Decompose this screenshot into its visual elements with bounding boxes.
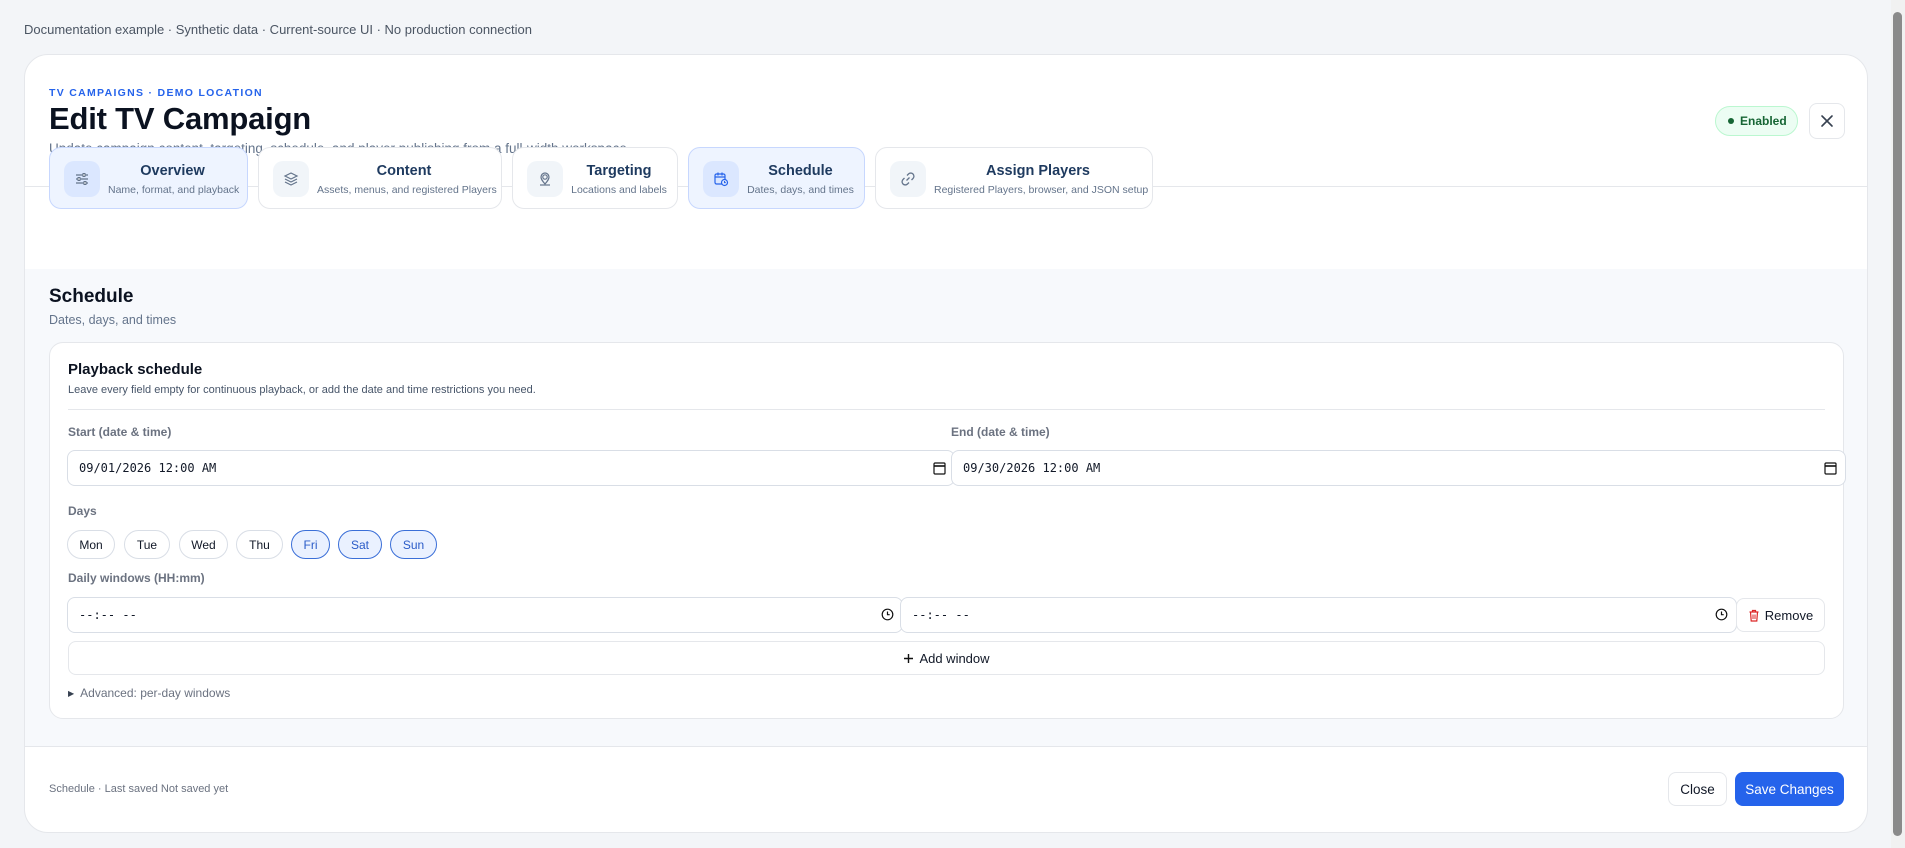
section-subtitle: Dates, days, and times [49, 313, 177, 327]
disclosure-triangle-icon: ▶ [68, 688, 75, 698]
tab-title: Schedule [768, 163, 833, 179]
clock-icon[interactable] [1715, 608, 1728, 621]
end-datetime-input[interactable]: 09/30/2026 12:00 AM [951, 450, 1846, 486]
start-label: Start (date & time) [68, 425, 172, 439]
clock-icon[interactable] [881, 608, 894, 621]
tab-targeting[interactable]: Targeting Locations and labels [512, 147, 678, 209]
save-changes-button[interactable]: Save Changes [1735, 772, 1844, 806]
demo-notice: Documentation example · Synthetic data ·… [24, 22, 532, 37]
tab-title: Content [376, 163, 432, 179]
plus-icon [904, 653, 914, 663]
layers-icon [273, 161, 309, 197]
tab-subtitle: Name, format, and playback [108, 184, 240, 196]
remove-window-button[interactable]: Remove [1736, 598, 1825, 632]
tab-title: Overview [140, 163, 205, 179]
add-window-label: Add window [919, 650, 990, 666]
calendar-icon[interactable] [933, 461, 946, 475]
calendar-clock-icon [703, 161, 739, 197]
daily-windows-label: Daily windows (HH:mm) [68, 571, 205, 585]
close-button[interactable]: Close [1668, 772, 1727, 806]
panel-divider [68, 409, 1825, 410]
start-datetime-input[interactable]: 09/01/2026 12:00 AM [67, 450, 955, 486]
tab-title: Assign Players [986, 163, 1090, 179]
day-toggle-wed[interactable]: Wed [179, 530, 228, 559]
tab-overview[interactable]: Overview Name, format, and playback [49, 147, 248, 209]
day-toggle-mon[interactable]: Mon [67, 530, 115, 559]
day-toggle-fri[interactable]: Fri [291, 530, 330, 559]
panel-subtitle: Leave every field empty for continuous p… [68, 384, 536, 396]
window-start-time-value: --:-- -- [79, 608, 137, 622]
tab-title: Targeting [586, 163, 652, 179]
tab-subtitle: Dates, days, and times [747, 184, 854, 196]
add-window-button[interactable]: Add window [68, 641, 1825, 675]
days-label: Days [68, 504, 97, 518]
day-toggle-tue[interactable]: Tue [124, 530, 170, 559]
status-dot-icon [1728, 118, 1734, 124]
window-start-time-input[interactable]: --:-- -- [67, 597, 903, 633]
section-title: Schedule [49, 286, 134, 307]
remove-window-label: Remove [1764, 607, 1814, 623]
status-badge: Enabled [1715, 106, 1798, 136]
scrollbar-thumb[interactable] [1893, 12, 1902, 836]
day-toggle-thu[interactable]: Thu [236, 530, 283, 559]
location-pin-icon [527, 161, 563, 197]
tab-schedule[interactable]: Schedule Dates, days, and times [688, 147, 865, 209]
tab-subtitle: Registered Players, browser, and JSON se… [934, 184, 1149, 196]
link-icon [890, 161, 926, 197]
panel-title: Playback schedule [68, 361, 203, 378]
day-toggle-sat[interactable]: Sat [338, 530, 382, 559]
tab-subtitle: Assets, menus, and registered Players [317, 184, 497, 196]
close-icon [1821, 115, 1833, 127]
page-title: Edit TV Campaign [49, 101, 312, 136]
advanced-per-day-toggle[interactable]: ▶ Advanced: per-day windows [68, 686, 230, 700]
advanced-label: Advanced: per-day windows [80, 686, 231, 700]
breadcrumb-eyebrow: TV CAMPAIGNS · DEMO LOCATION [49, 87, 263, 99]
end-datetime-value: 09/30/2026 12:00 AM [963, 461, 1101, 475]
trash-icon [1749, 609, 1759, 622]
start-datetime-value: 09/01/2026 12:00 AM [79, 461, 217, 475]
status-badge-label: Enabled [1740, 114, 1787, 128]
window-end-time-value: --:-- -- [912, 608, 970, 622]
tab-assign-players[interactable]: Assign Players Registered Players, brows… [875, 147, 1153, 209]
calendar-icon[interactable] [1824, 461, 1837, 475]
day-toggle-sun[interactable]: Sun [390, 530, 437, 559]
end-label: End (date & time) [951, 425, 1050, 439]
close-dialog-button[interactable] [1809, 103, 1845, 139]
tab-content[interactable]: Content Assets, menus, and registered Pl… [258, 147, 502, 209]
tab-subtitle: Locations and labels [571, 184, 667, 196]
window-end-time-input[interactable]: --:-- -- [900, 597, 1737, 633]
sliders-icon [64, 161, 100, 197]
save-status: Schedule · Last saved Not saved yet [49, 783, 229, 795]
